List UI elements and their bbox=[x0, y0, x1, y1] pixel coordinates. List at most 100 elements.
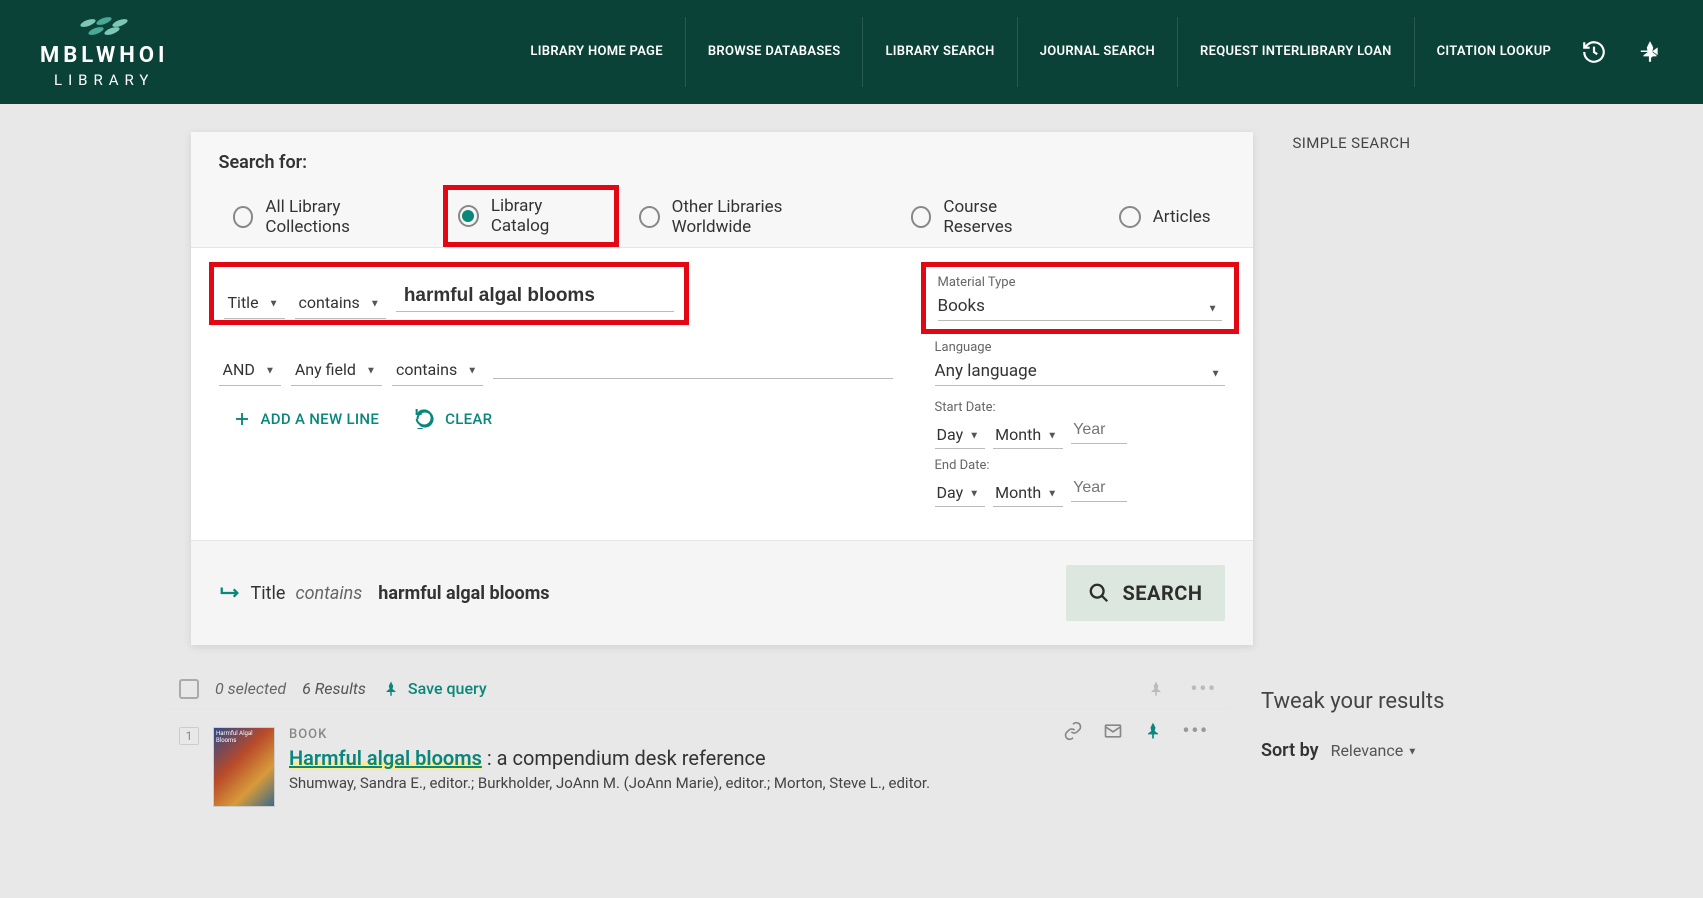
nav-ill-request[interactable]: REQUEST INTERLIBRARY LOAN bbox=[1178, 17, 1415, 87]
main-content: Search for: All Library Collections Libr… bbox=[0, 104, 1703, 645]
pin-result-icon[interactable] bbox=[1143, 721, 1163, 741]
field-select-2[interactable]: Any field bbox=[291, 360, 382, 379]
end-month-select[interactable]: Month bbox=[993, 483, 1063, 502]
result-authors: Shumway, Sandra E., editor.; Burkholder,… bbox=[289, 774, 1217, 792]
scope-label: Course Reserves bbox=[943, 197, 1062, 237]
start-day-select[interactable]: Day bbox=[935, 425, 986, 444]
start-date-label: Start Date: bbox=[935, 400, 1225, 415]
end-date-label: End Date: bbox=[935, 458, 1225, 473]
result-number: 1 bbox=[179, 727, 199, 745]
query-summary: Title contains harmful algal blooms bbox=[219, 583, 550, 604]
scope-other-libraries[interactable]: Other Libraries Worldwide bbox=[625, 189, 869, 245]
select-all-checkbox[interactable] bbox=[179, 679, 199, 699]
result-more-icon[interactable]: ••• bbox=[1183, 719, 1209, 742]
pin-icon bbox=[382, 680, 400, 698]
scope-row: All Library Collections Library Catalog … bbox=[219, 187, 1225, 247]
results-count: 6 Results bbox=[302, 679, 366, 698]
boolean-select-2[interactable]: AND bbox=[219, 360, 281, 379]
arrow-return-icon bbox=[219, 584, 241, 602]
search-button[interactable]: SEARCH bbox=[1066, 565, 1224, 621]
reset-icon bbox=[415, 409, 435, 429]
pin-all-icon[interactable] bbox=[1147, 680, 1165, 698]
end-date-filter: End Date: Day Month bbox=[935, 458, 1225, 502]
nav-journal-search[interactable]: JOURNAL SEARCH bbox=[1018, 17, 1178, 87]
field-select-1[interactable]: Title bbox=[224, 293, 285, 312]
sort-by-control: Sort by Relevance bbox=[1261, 740, 1481, 761]
app-header: MBLWHOI LIBRARY LIBRARY HOME PAGE BROWSE… bbox=[0, 0, 1703, 104]
scope-label: Other Libraries Worldwide bbox=[672, 197, 855, 237]
search-scope-header: Search for: All Library Collections Libr… bbox=[191, 132, 1253, 248]
permalink-icon[interactable] bbox=[1063, 721, 1083, 741]
query-column: Title contains AND Any field contains AD… bbox=[219, 272, 905, 516]
header-icons bbox=[1581, 39, 1683, 65]
radio-icon bbox=[233, 206, 254, 228]
sortby-label: Sort by bbox=[1261, 740, 1319, 761]
operator-select-2[interactable]: contains bbox=[392, 360, 483, 379]
search-icon bbox=[1088, 582, 1110, 604]
result-thumbnail[interactable]: Harmful Algal Blooms bbox=[213, 727, 275, 807]
start-date-filter: Start Date: Day Month bbox=[935, 400, 1225, 444]
summary-field: Title bbox=[251, 583, 286, 604]
query-row-2: AND Any field contains bbox=[219, 349, 905, 379]
selected-count: 0 selected bbox=[215, 679, 286, 698]
nav-home[interactable]: LIBRARY HOME PAGE bbox=[508, 17, 685, 87]
plus-icon bbox=[233, 410, 251, 428]
radio-checked-icon bbox=[458, 205, 479, 227]
language-label: Language bbox=[935, 340, 1225, 355]
scope-label: Library Catalog bbox=[491, 196, 598, 236]
query-input-1[interactable] bbox=[396, 281, 674, 312]
scope-course-reserves[interactable]: Course Reserves bbox=[897, 189, 1077, 245]
end-day-select[interactable]: Day bbox=[935, 483, 986, 502]
search-body: Title contains AND Any field contains AD… bbox=[191, 248, 1253, 540]
query-row-1-highlight: Title contains bbox=[209, 262, 689, 325]
result-item-1: 1 Harmful Algal Blooms BOOK Harmful alga… bbox=[167, 708, 1229, 807]
logo[interactable]: MBLWHOI LIBRARY bbox=[40, 15, 168, 89]
logo-subtext: LIBRARY bbox=[54, 71, 154, 89]
results-main: 0 selected 6 Results Save query ••• 1 Ha… bbox=[167, 669, 1229, 807]
clear-button[interactable]: CLEAR bbox=[415, 409, 492, 429]
tweak-results-panel: Tweak your results Sort by Relevance bbox=[1261, 669, 1481, 761]
radio-icon bbox=[639, 206, 660, 228]
radio-icon bbox=[911, 206, 932, 228]
scope-label: All Library Collections bbox=[265, 197, 419, 237]
language-filter: Language Any language bbox=[935, 340, 1225, 386]
material-type-label: Material Type bbox=[938, 275, 1222, 290]
start-month-select[interactable]: Month bbox=[993, 425, 1063, 444]
start-year-input[interactable] bbox=[1071, 417, 1127, 444]
result-title-link[interactable]: Harmful algal blooms : a compendium desk… bbox=[289, 746, 1217, 770]
end-year-input[interactable] bbox=[1071, 475, 1127, 502]
simple-search-link[interactable]: SIMPLE SEARCH bbox=[1293, 134, 1513, 152]
save-query-button[interactable]: Save query bbox=[382, 679, 487, 698]
search-for-label: Search for: bbox=[219, 152, 1225, 173]
nav-browse-db[interactable]: BROWSE DATABASES bbox=[686, 17, 864, 87]
logo-text: MBLWHOI bbox=[40, 45, 168, 67]
nav-library-search[interactable]: LIBRARY SEARCH bbox=[863, 17, 1017, 87]
sortby-select[interactable]: Relevance bbox=[1331, 741, 1424, 760]
summary-value: harmful algal blooms bbox=[378, 583, 549, 604]
radio-icon bbox=[1119, 206, 1141, 228]
advanced-search-card: Search for: All Library Collections Libr… bbox=[191, 132, 1253, 645]
material-type-select[interactable]: Books bbox=[938, 292, 1222, 321]
nav-citation-lookup[interactable]: CITATION LOOKUP bbox=[1415, 17, 1574, 87]
email-icon[interactable] bbox=[1103, 721, 1123, 741]
search-footer: Title contains harmful algal blooms SEAR… bbox=[191, 540, 1253, 645]
scope-label: Articles bbox=[1153, 207, 1211, 227]
operator-select-1[interactable]: contains bbox=[295, 293, 386, 312]
filters-column: Material Type Books Language Any languag… bbox=[935, 272, 1225, 516]
history-icon[interactable] bbox=[1581, 39, 1607, 65]
add-new-line-button[interactable]: ADD A NEW LINE bbox=[233, 409, 380, 429]
main-nav: LIBRARY HOME PAGE BROWSE DATABASES LIBRA… bbox=[508, 17, 1573, 87]
query-actions: ADD A NEW LINE CLEAR bbox=[219, 409, 905, 429]
scope-articles[interactable]: Articles bbox=[1105, 198, 1225, 236]
tweak-title: Tweak your results bbox=[1261, 689, 1481, 714]
scope-library-catalog[interactable]: Library Catalog bbox=[443, 185, 619, 247]
material-type-filter: Material Type Books bbox=[921, 262, 1239, 334]
query-input-2[interactable] bbox=[493, 349, 893, 379]
results-toolbar: 0 selected 6 Results Save query ••• bbox=[167, 669, 1229, 708]
language-select[interactable]: Any language bbox=[935, 357, 1225, 386]
more-options-icon[interactable]: ••• bbox=[1191, 677, 1217, 700]
pin-icon[interactable] bbox=[1637, 39, 1663, 65]
summary-operator: contains bbox=[295, 583, 362, 604]
scope-all-collections[interactable]: All Library Collections bbox=[219, 189, 433, 245]
results-section: 0 selected 6 Results Save query ••• 1 Ha… bbox=[0, 669, 1703, 807]
